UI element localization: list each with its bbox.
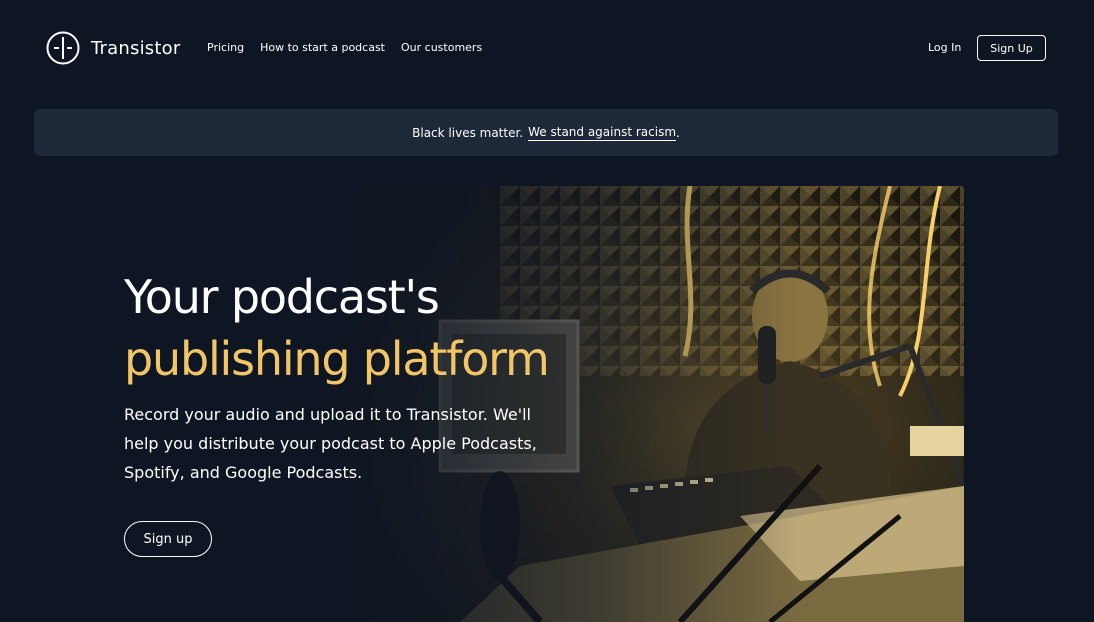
announcement-banner: Black lives matter. We stand against rac…	[34, 109, 1058, 156]
banner-text: Black lives matter.	[412, 125, 524, 140]
hero-subtitle: Record your audio and upload it to Trans…	[124, 405, 537, 482]
site-header: Transistor Pricing How to start a podcas…	[0, 0, 1094, 96]
signup-button-hero[interactable]: Sign up	[124, 521, 212, 557]
hero-title: Your podcast's publishing platform	[124, 266, 550, 390]
signup-button-header[interactable]: Sign Up	[977, 35, 1046, 61]
hero-title-line2: publishing platform	[124, 332, 550, 386]
banner-trailing: .	[676, 125, 680, 140]
nav-link-customers[interactable]: Our customers	[401, 41, 482, 54]
brand-logo[interactable]: Transistor	[46, 31, 180, 65]
nav-link-how-to-start[interactable]: How to start a podcast	[260, 41, 385, 54]
brand-name: Transistor	[91, 37, 181, 59]
hero-title-line1: Your podcast's	[124, 270, 440, 324]
login-link[interactable]: Log In	[928, 41, 961, 54]
transistor-logo-icon	[46, 31, 80, 65]
main-nav: Pricing How to start a podcast Our custo…	[207, 41, 482, 54]
banner-link[interactable]: We stand against racism	[528, 125, 677, 141]
nav-link-pricing[interactable]: Pricing	[207, 41, 244, 54]
